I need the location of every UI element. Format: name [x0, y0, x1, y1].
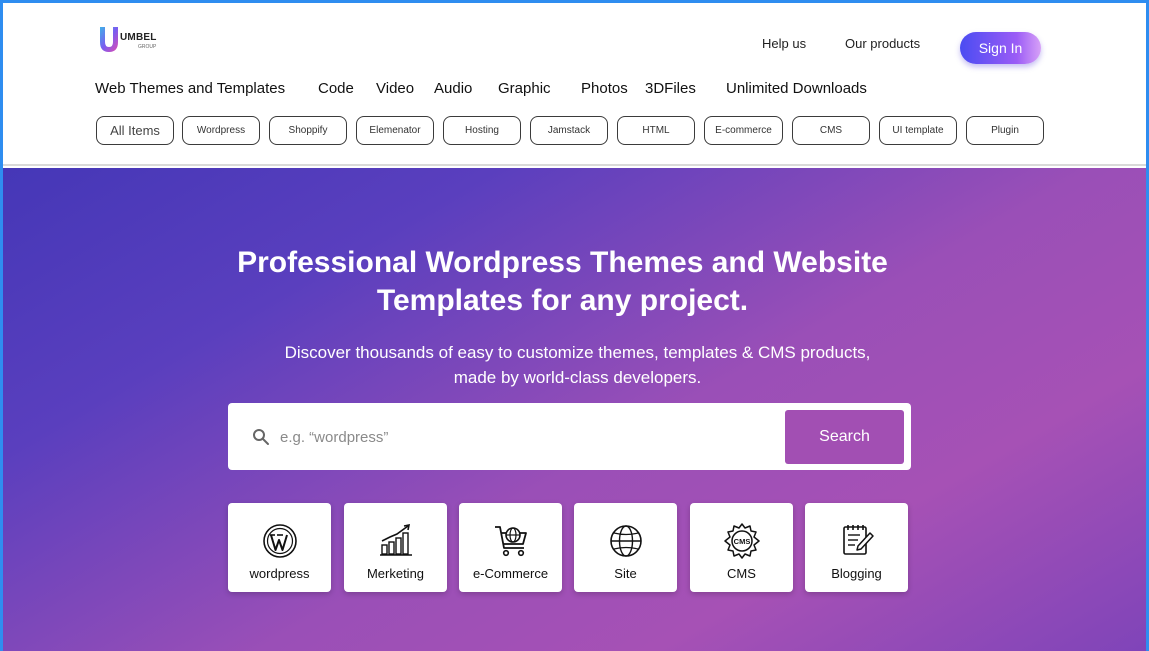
- site-header: UMBEL GROUP Help us Our products Sign In…: [3, 3, 1146, 166]
- chip-ui-template[interactable]: UI template: [879, 116, 957, 145]
- chip-e-commerce[interactable]: E-commerce: [704, 116, 783, 145]
- tile-label: Site: [614, 566, 637, 581]
- category-nav: Web Themes and Templates Code Video Audi…: [3, 80, 1146, 100]
- nav-photos[interactable]: Photos: [581, 80, 628, 97]
- nav-code[interactable]: Code: [318, 80, 354, 97]
- chip-jamstack[interactable]: Jamstack: [530, 116, 608, 145]
- hero-title-line2: Templates for any project.: [376, 284, 749, 317]
- cms-gear-icon: CMS: [724, 523, 760, 559]
- tile-label: CMS: [727, 566, 756, 581]
- wordpress-icon: [263, 524, 297, 558]
- page-frame: UMBEL GROUP Help us Our products Sign In…: [0, 0, 1149, 651]
- search-input[interactable]: [280, 421, 760, 453]
- svg-text:CMS: CMS: [734, 537, 751, 546]
- tile-marketing[interactable]: Merketing: [344, 503, 447, 592]
- tile-wordpress[interactable]: wordpress: [228, 503, 331, 592]
- tile-e-commerce[interactable]: e-Commerce: [459, 503, 562, 592]
- chip-all-items[interactable]: All Items: [96, 116, 174, 145]
- tile-label: e-Commerce: [472, 566, 549, 581]
- logo-subtext: GROUP: [138, 44, 157, 50]
- tile-label: Merketing: [366, 566, 425, 581]
- hero-section: Professional Wordpress Themes and Websit…: [3, 168, 1146, 651]
- hero-title-line1: Professional Wordpress Themes and Websit…: [237, 246, 888, 279]
- shopping-cart-icon: [495, 526, 527, 557]
- hero-subtitle: Discover thousands of easy to customize …: [3, 340, 1146, 390]
- chip-cms[interactable]: CMS: [792, 116, 870, 145]
- hero-subtitle-line1: Discover thousands of easy to customize …: [284, 343, 871, 362]
- tile-blogging[interactable]: Blogging: [805, 503, 908, 592]
- brand-logo[interactable]: UMBEL GROUP: [95, 23, 165, 57]
- tile-label: wordpress: [249, 566, 310, 581]
- logo-wordmark: UMBEL: [120, 32, 157, 43]
- help-us-link[interactable]: Help us: [762, 36, 806, 51]
- nav-web-themes[interactable]: Web Themes and Templates: [95, 80, 285, 97]
- hero-title: Professional Wordpress Themes and Websit…: [3, 244, 1122, 320]
- search-bar: Search: [228, 403, 911, 470]
- nav-unlimited-downloads[interactable]: Unlimited Downloads: [726, 80, 867, 97]
- tile-label: Blogging: [831, 566, 882, 581]
- chip-hosting[interactable]: Hosting: [443, 116, 521, 145]
- sign-in-button[interactable]: Sign In: [960, 32, 1041, 64]
- nav-3dfiles[interactable]: 3DFiles: [645, 80, 696, 97]
- chip-html[interactable]: HTML: [617, 116, 695, 145]
- tile-cms[interactable]: CMS CMS: [690, 503, 793, 592]
- marketing-chart-icon: [380, 523, 412, 556]
- nav-video[interactable]: Video: [376, 80, 414, 97]
- blog-notepad-icon: [843, 525, 874, 555]
- search-button[interactable]: Search: [785, 410, 904, 464]
- hero-subtitle-line2: made by world-class developers.: [453, 368, 702, 387]
- our-products-link[interactable]: Our products: [845, 36, 920, 51]
- chip-wordpress[interactable]: Wordpress: [182, 116, 260, 145]
- chip-plugin[interactable]: Plugin: [966, 116, 1044, 145]
- globe-icon: [610, 525, 642, 557]
- nav-graphic[interactable]: Graphic: [498, 80, 551, 97]
- nav-audio[interactable]: Audio: [434, 80, 472, 97]
- chip-shoppify[interactable]: Shoppify: [269, 116, 347, 145]
- tile-site[interactable]: Site: [574, 503, 677, 592]
- chip-elemenator[interactable]: Elemenator: [356, 116, 434, 145]
- search-icon: [253, 429, 269, 445]
